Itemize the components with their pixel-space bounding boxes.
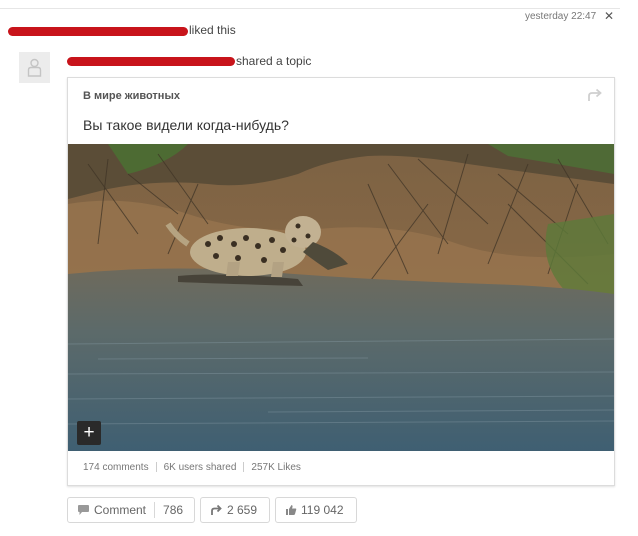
liked-text: liked this (189, 23, 236, 37)
comment-bubble-icon (77, 504, 90, 516)
share-arrow-icon (210, 504, 223, 516)
video-thumbnail[interactable]: + (68, 144, 614, 451)
topic-title[interactable]: Вы такое видели когда-нибудь? (83, 117, 289, 133)
like-count: 119 042 (301, 503, 344, 517)
redacted-user-name (8, 27, 188, 36)
shares-count-link[interactable]: 6K users shared (164, 462, 237, 473)
expand-button[interactable]: + (77, 421, 101, 445)
thumbs-up-icon (285, 504, 297, 516)
shared-text: shared a topic (236, 54, 312, 68)
timestamp: yesterday 22:47 (525, 11, 597, 22)
close-icon[interactable]: ✕ (604, 9, 614, 23)
share-button[interactable]: 2 659 (200, 497, 270, 523)
comment-button[interactable]: Comment 786 (67, 497, 195, 523)
comment-count: 786 (163, 503, 184, 517)
reshare-arrow-icon[interactable] (586, 87, 604, 108)
comment-label: Comment (94, 503, 147, 517)
like-button[interactable]: 119 042 (275, 497, 357, 523)
redacted-author-name (67, 57, 235, 66)
avatar[interactable] (19, 52, 50, 83)
top-divider (0, 8, 620, 9)
comments-count-link[interactable]: 174 comments (83, 462, 149, 473)
likes-count-link[interactable]: 257K Likes (251, 462, 300, 473)
topic-card[interactable]: В мире животных Вы такое видели когда-ни… (67, 77, 615, 486)
stats-divider (155, 462, 157, 473)
group-name[interactable]: В мире животных (83, 90, 180, 102)
button-divider (154, 502, 156, 518)
stats-divider (243, 462, 245, 473)
share-count: 2 659 (227, 503, 258, 517)
topic-stats: 174 comments 6K users shared 257K Likes (83, 462, 301, 473)
user-silhouette-icon (27, 58, 42, 77)
